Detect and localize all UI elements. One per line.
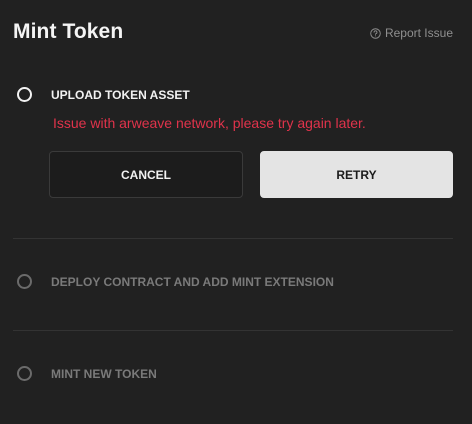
step-label: DEPLOY CONTRACT AND ADD MINT EXTENSION	[51, 274, 334, 289]
step-status-radio-icon	[17, 274, 32, 289]
step-deploy-contract: DEPLOY CONTRACT AND ADD MINT EXTENSION	[17, 274, 334, 289]
mint-token-dialog: Mint Token Report Issue UPLOAD TOKEN ASS…	[0, 0, 472, 424]
error-message: Issue with arweave network, please try a…	[53, 115, 366, 131]
step-status-radio-icon	[17, 87, 32, 102]
report-issue-label: Report Issue	[384, 26, 453, 40]
step-label: MINT NEW TOKEN	[51, 366, 157, 381]
step-label: UPLOAD TOKEN ASSET	[51, 87, 190, 102]
report-issue-link[interactable]: Report Issue	[370, 26, 453, 40]
dialog-title: Mint Token	[13, 20, 124, 43]
step-status-radio-icon	[17, 366, 32, 381]
step-upload-token-asset: UPLOAD TOKEN ASSET	[17, 87, 190, 102]
divider	[13, 238, 453, 239]
cancel-button[interactable]: CANCEL	[49, 151, 243, 198]
step-mint-new-token: MINT NEW TOKEN	[17, 366, 157, 381]
retry-button[interactable]: RETRY	[260, 151, 453, 198]
help-circle-icon	[370, 27, 381, 39]
divider	[13, 330, 453, 331]
